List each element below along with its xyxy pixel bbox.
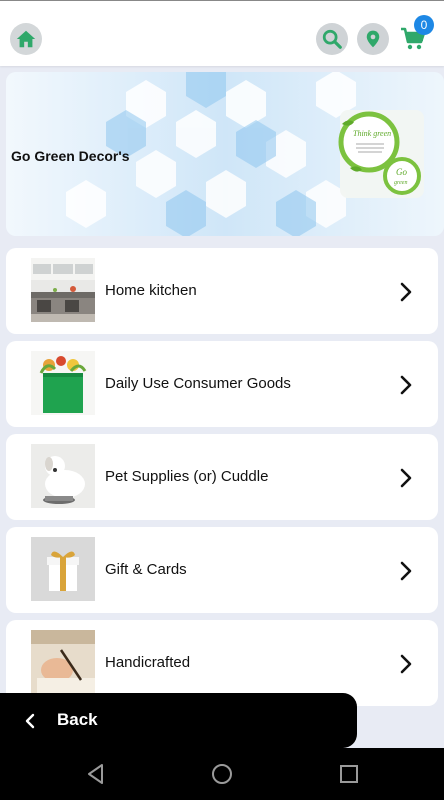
system-nav-bar <box>0 748 444 800</box>
category-label: Home kitchen <box>105 282 197 299</box>
search-button[interactable] <box>316 23 348 55</box>
grocery-bag-image <box>31 351 95 415</box>
chevron-right-icon <box>400 468 412 488</box>
category-label: Pet Supplies (or) Cuddle <box>105 468 269 485</box>
category-card-daily-use[interactable]: Daily Use Consumer Goods <box>6 341 438 427</box>
think-green-text: Think green <box>353 129 391 138</box>
gift-box-image <box>31 537 95 601</box>
go-green-text: green <box>394 180 407 186</box>
category-label: Gift & Cards <box>105 561 187 578</box>
app-header: 0 <box>0 0 444 66</box>
nav-back-icon[interactable] <box>84 762 108 786</box>
category-card-home-kitchen[interactable]: Home kitchen <box>6 248 438 334</box>
home-button[interactable] <box>10 23 42 55</box>
back-label: Back <box>57 710 98 729</box>
handcraft-image <box>31 630 95 694</box>
category-card-gift-cards[interactable]: Gift & Cards <box>6 527 438 613</box>
home-icon <box>16 30 36 48</box>
chevron-left-icon <box>25 713 35 729</box>
back-button[interactable]: Back <box>0 693 357 748</box>
category-label: Daily Use Consumer Goods <box>105 375 291 392</box>
location-button[interactable] <box>357 23 389 55</box>
category-list: Home kitchen Daily Use Consumer Goods Pe… <box>6 248 438 713</box>
promo-banner[interactable]: Think green Go green Go Green Decor's <box>6 72 444 236</box>
banner-title: Go Green Decor's <box>11 148 130 164</box>
location-pin-icon <box>366 30 380 48</box>
nav-home-icon[interactable] <box>210 762 234 786</box>
chevron-right-icon <box>400 375 412 395</box>
chevron-right-icon <box>400 561 412 581</box>
category-card-pet-supplies[interactable]: Pet Supplies (or) Cuddle <box>6 434 438 520</box>
category-label: Handicrafted <box>105 654 191 671</box>
pet-dog-image <box>31 444 95 508</box>
nav-recents-icon[interactable] <box>337 762 361 786</box>
go-text: Go <box>396 167 407 177</box>
cart-count-badge: 0 <box>414 15 434 35</box>
search-icon <box>322 29 342 49</box>
chevron-right-icon <box>400 654 412 674</box>
chevron-right-icon <box>400 282 412 302</box>
think-green-card <box>338 110 424 198</box>
kitchen-image <box>31 258 95 322</box>
